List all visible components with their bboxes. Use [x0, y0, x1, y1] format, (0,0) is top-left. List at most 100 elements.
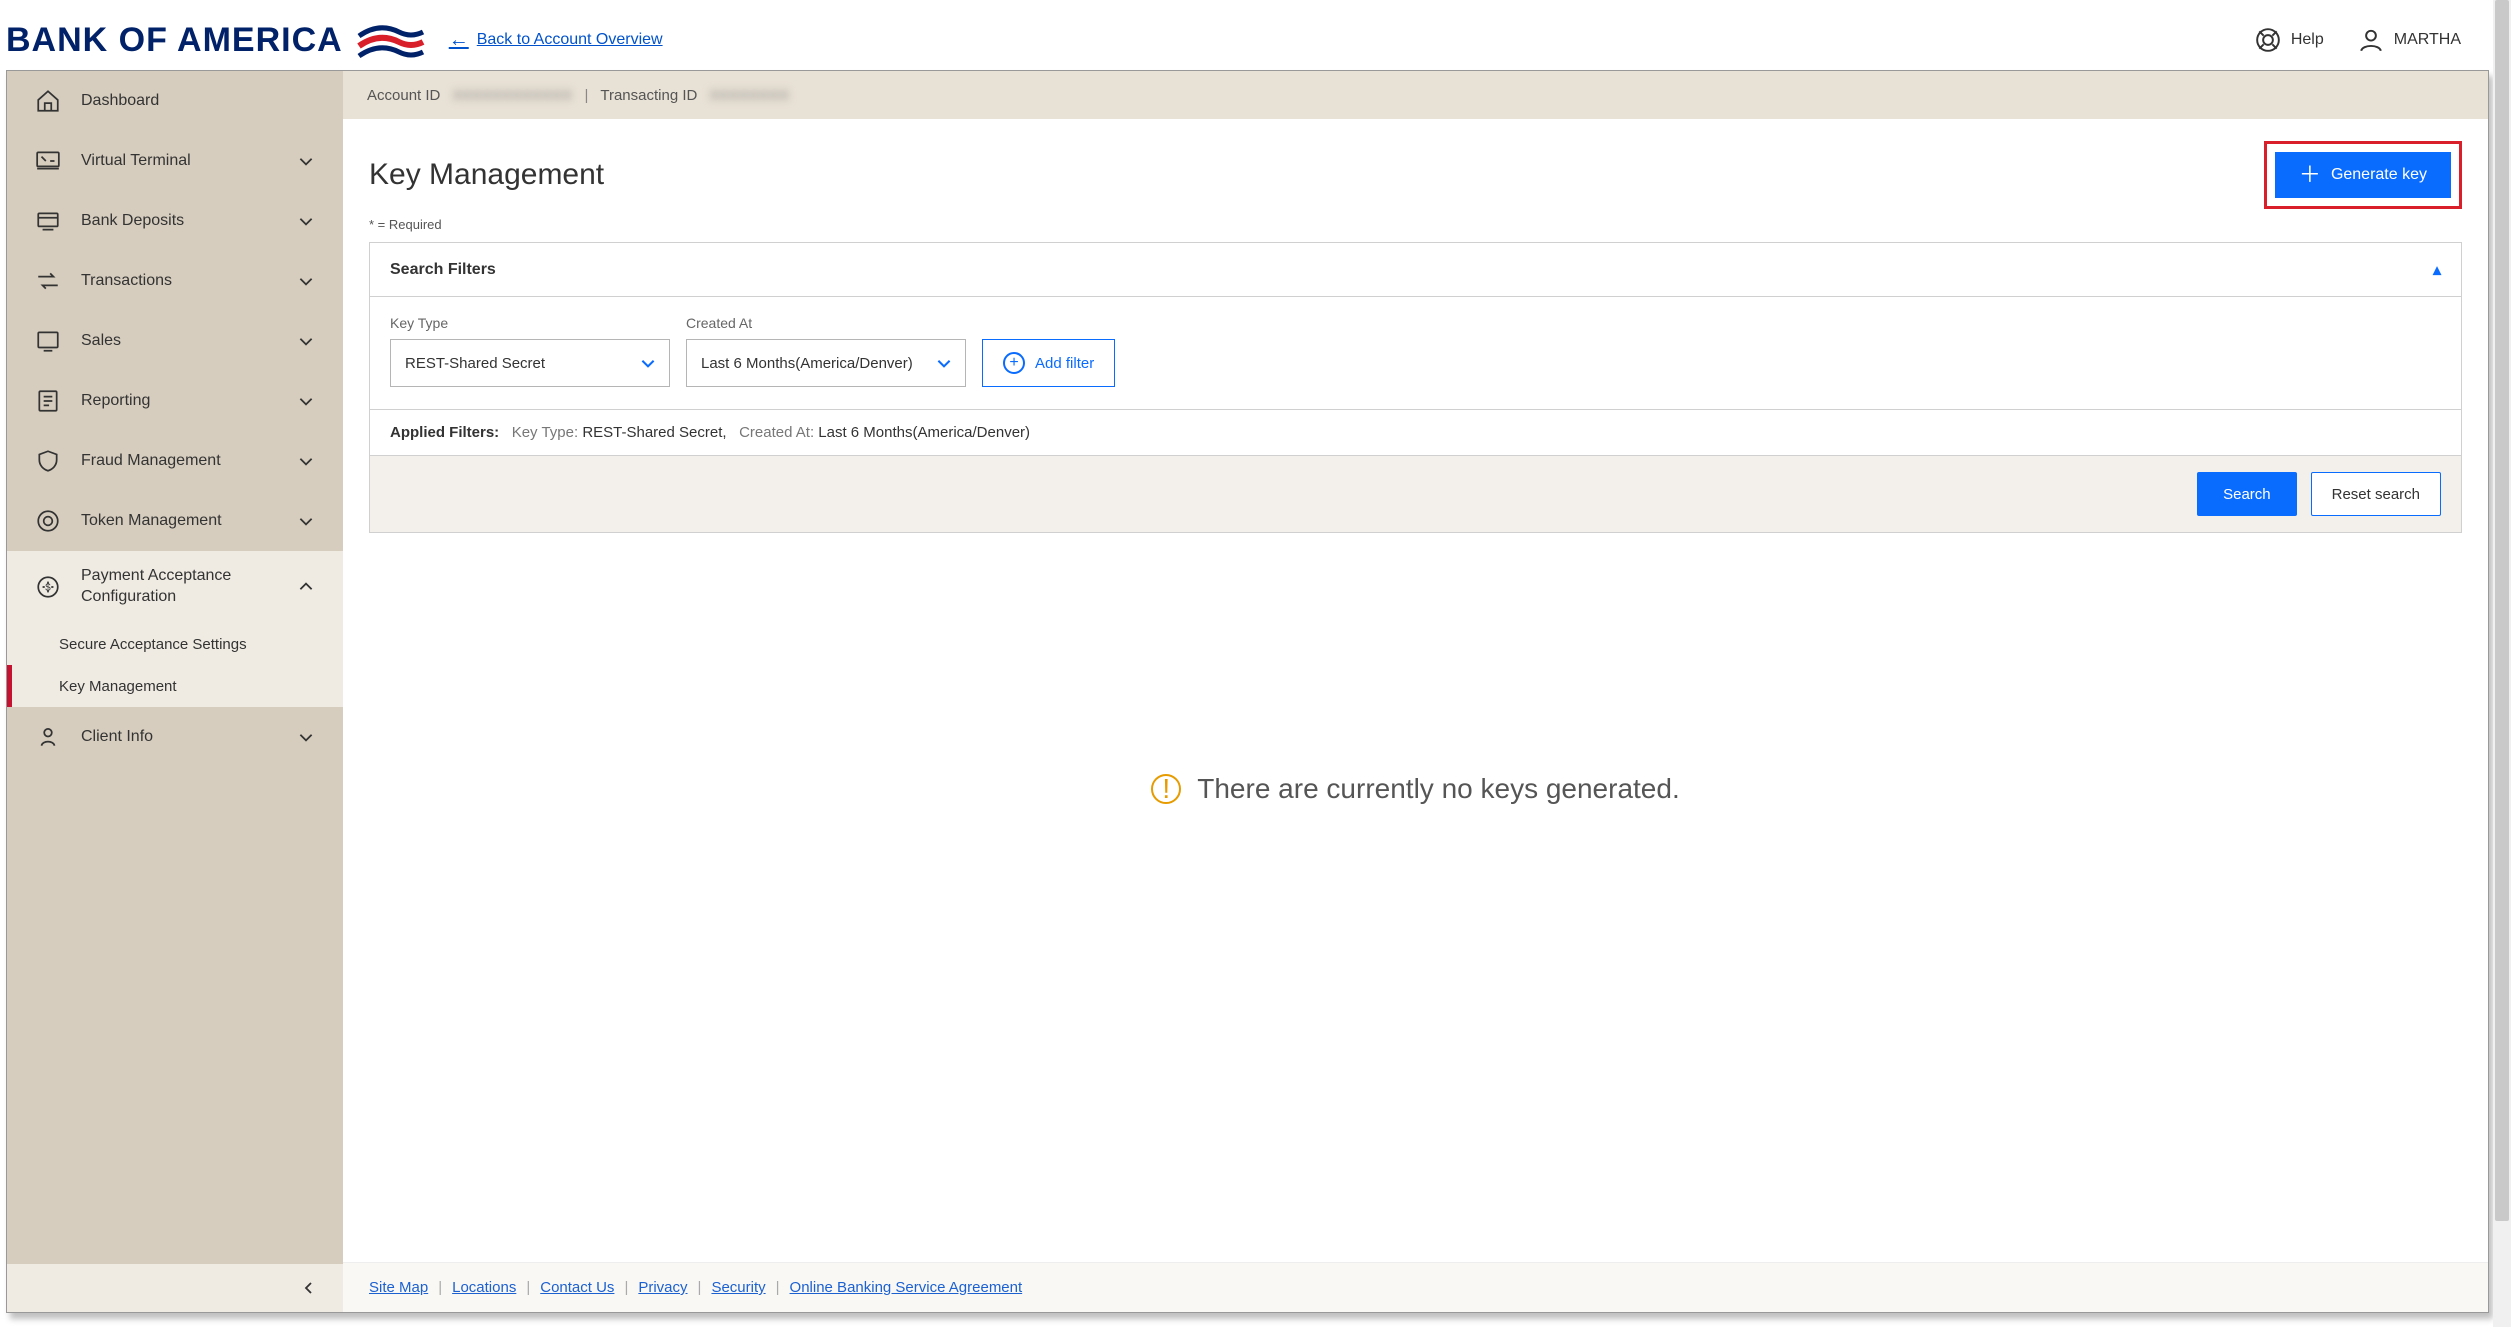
sidebar: Dashboard Virtual Terminal Bank Deposits — [7, 71, 343, 1312]
generate-key-label: Generate key — [2331, 166, 2427, 184]
page-title: Key Management — [369, 158, 604, 192]
applied-filters-row: Applied Filters: Key Type: REST-Shared S… — [370, 410, 2461, 456]
empty-state-message: There are currently no keys generated. — [1197, 773, 1679, 805]
add-filter-button[interactable]: + Add filter — [982, 339, 1115, 387]
chevron-down-icon — [935, 354, 953, 372]
flag-icon — [357, 20, 425, 60]
generate-key-highlight: ＋ Generate key — [2264, 141, 2462, 209]
warning-icon: ! — [1151, 774, 1181, 804]
sidebar-sub-label: Key Management — [59, 678, 177, 695]
sidebar-sub-secure-acceptance[interactable]: Secure Acceptance Settings — [7, 623, 343, 665]
brand-logo: BANK OF AMERICA — [6, 20, 425, 60]
help-icon — [2255, 27, 2281, 53]
sidebar-item-label: Reporting — [81, 392, 297, 410]
generate-key-button[interactable]: ＋ Generate key — [2275, 152, 2451, 198]
sidebar-item-label: Payment Acceptance Configuration — [81, 566, 297, 608]
search-filters-panel: Search Filters ▴ Key Type REST-Shared Se… — [369, 242, 2462, 533]
plus-circle-icon: + — [1003, 352, 1025, 374]
applied-key-type-value: REST-Shared Secret, — [582, 424, 726, 441]
back-to-overview-link[interactable]: ← Back to Account Overview — [449, 29, 663, 52]
account-id-label: Account ID — [367, 87, 440, 104]
created-at-field: Created At Last 6 Months(America/Denver) — [686, 315, 966, 387]
reporting-icon — [35, 388, 61, 414]
search-button-label: Search — [2223, 486, 2271, 503]
add-filter-label: Add filter — [1035, 355, 1094, 372]
transactions-icon — [35, 268, 61, 294]
account-id-value: XXXXXXXXXXXX — [452, 87, 572, 104]
sidebar-item-dashboard[interactable]: Dashboard — [7, 71, 343, 131]
shield-icon — [35, 448, 61, 474]
sidebar-item-bank-deposits[interactable]: Bank Deposits — [7, 191, 343, 251]
sidebar-item-label: Client Info — [81, 728, 297, 746]
sidebar-item-client-info[interactable]: Client Info — [7, 707, 343, 767]
applied-key-type-key: Key Type: — [512, 424, 578, 441]
sidebar-item-label: Bank Deposits — [81, 212, 297, 230]
search-filters-header[interactable]: Search Filters ▴ — [370, 243, 2461, 297]
user-icon — [2358, 27, 2384, 53]
required-note: * = Required — [369, 217, 2462, 232]
footer-link-security[interactable]: Security — [711, 1279, 765, 1296]
page-body: Key Management ＋ Generate key * = Requir… — [343, 119, 2488, 1312]
sidebar-item-label: Token Management — [81, 512, 297, 530]
sidebar-item-label: Fraud Management — [81, 452, 297, 470]
sidebar-sub-key-management[interactable]: Key Management — [7, 665, 343, 707]
sales-icon — [35, 328, 61, 354]
reset-search-button[interactable]: Reset search — [2311, 472, 2441, 516]
sidebar-item-virtual-terminal[interactable]: Virtual Terminal — [7, 131, 343, 191]
scrollbar-thumb[interactable] — [2495, 0, 2509, 1221]
key-type-value: REST-Shared Secret — [405, 355, 545, 372]
arrow-left-icon: ← — [449, 29, 469, 52]
home-icon — [35, 88, 61, 114]
created-at-value: Last 6 Months(America/Denver) — [701, 355, 913, 372]
sidebar-item-sales[interactable]: Sales — [7, 311, 343, 371]
sidebar-item-label: Transactions — [81, 272, 297, 290]
chevron-down-icon — [297, 212, 315, 230]
sidebar-item-token-management[interactable]: Token Management — [7, 491, 343, 551]
transacting-id-label: Transacting ID — [600, 87, 697, 104]
sidebar-item-label: Virtual Terminal — [81, 152, 297, 170]
search-button[interactable]: Search — [2197, 472, 2297, 516]
transacting-id-value: XXXXXXXX — [709, 87, 789, 104]
key-type-field: Key Type REST-Shared Secret — [390, 315, 670, 387]
empty-state: ! There are currently no keys generated. — [369, 773, 2462, 805]
window-scrollbar[interactable] — [2493, 0, 2511, 1327]
key-type-label: Key Type — [390, 315, 670, 331]
chevron-down-icon — [297, 728, 315, 746]
sidebar-subitems: Secure Acceptance Settings Key Managemen… — [7, 623, 343, 707]
chevron-down-icon — [297, 512, 315, 530]
chevron-down-icon — [297, 332, 315, 350]
person-icon — [35, 724, 61, 750]
footer-link-privacy[interactable]: Privacy — [638, 1279, 687, 1296]
sidebar-item-payment-acceptance-config[interactable]: $ Payment Acceptance Configuration — [7, 551, 343, 623]
sidebar-item-fraud-management[interactable]: Fraud Management — [7, 431, 343, 491]
main-frame: Dashboard Virtual Terminal Bank Deposits — [6, 70, 2489, 1313]
footer: Site Map| Locations| Contact Us| Privacy… — [343, 1262, 2488, 1312]
footer-link-locations[interactable]: Locations — [452, 1279, 516, 1296]
sidebar-item-transactions[interactable]: Transactions — [7, 251, 343, 311]
sidebar-item-reporting[interactable]: Reporting — [7, 371, 343, 431]
id-separator: | — [584, 87, 588, 104]
user-name: MARTHA — [2394, 31, 2461, 49]
sidebar-collapse-toggle[interactable] — [7, 1264, 343, 1312]
chevron-left-icon — [301, 1280, 317, 1296]
user-menu[interactable]: MARTHA — [2358, 27, 2461, 53]
help-label: Help — [2291, 31, 2324, 49]
footer-link-contact[interactable]: Contact Us — [540, 1279, 614, 1296]
chevron-up-icon — [297, 578, 315, 596]
key-type-select[interactable]: REST-Shared Secret — [390, 339, 670, 387]
footer-link-site-map[interactable]: Site Map — [369, 1279, 428, 1296]
created-at-label: Created At — [686, 315, 966, 331]
filter-controls-row: Key Type REST-Shared Secret Created At — [370, 297, 2461, 410]
brand-name: BANK OF AMERICA — [6, 21, 343, 60]
caret-up-icon: ▴ — [2433, 260, 2441, 280]
chevron-down-icon — [297, 152, 315, 170]
created-at-select[interactable]: Last 6 Months(America/Denver) — [686, 339, 966, 387]
footer-link-agreement[interactable]: Online Banking Service Agreement — [790, 1279, 1023, 1296]
sidebar-item-label: Sales — [81, 332, 297, 350]
chevron-down-icon — [297, 272, 315, 290]
help-link[interactable]: Help — [2255, 27, 2324, 53]
brand-bar: BANK OF AMERICA ← Back to Account Overvi… — [6, 6, 2491, 74]
applied-created-at-key: Created At: — [739, 424, 814, 441]
chevron-down-icon — [639, 354, 657, 372]
applied-created-at-value: Last 6 Months(America/Denver) — [818, 424, 1030, 441]
